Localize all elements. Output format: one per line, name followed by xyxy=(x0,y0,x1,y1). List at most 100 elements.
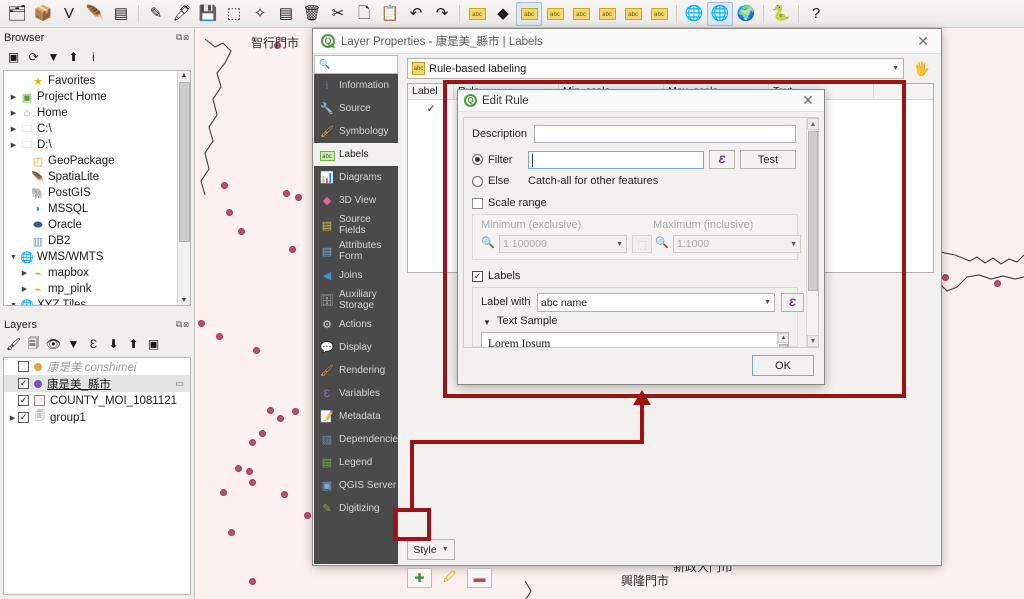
globe-icon[interactable]: 🌍 xyxy=(733,2,759,26)
add-database-layer-icon[interactable]: ▤ xyxy=(108,2,134,26)
tab-symbology[interactable]: 🖌 Symbology xyxy=(314,120,398,143)
layer-visibility-checkbox[interactable]: ✓ xyxy=(18,395,29,406)
undo-icon[interactable]: ↶ xyxy=(403,2,429,26)
tab-joins[interactable]: ◀ Joins xyxy=(314,264,398,287)
cut-features-icon[interactable]: ✂ xyxy=(325,2,351,26)
tab-dependencies[interactable]: ▨ Dependencies xyxy=(314,428,398,451)
change-label-icon[interactable]: abc xyxy=(646,2,672,26)
scroll-up-icon[interactable]: ▲ xyxy=(807,118,818,130)
add-group-icon[interactable]: 🗐 xyxy=(25,336,42,353)
layer-properties-tablist[interactable]: i Information 🔧 Source 🖌 Symbology abc Labels 📊 D… xyxy=(314,74,398,564)
redo-icon[interactable]: ↷ xyxy=(429,2,455,26)
collapse-all-icon[interactable]: ⬆ xyxy=(65,49,82,66)
layers-panel-buttons[interactable]: ⧉⊠ xyxy=(176,319,190,330)
edit-rule-titlebar[interactable]: Q Edit Rule ✕ xyxy=(458,90,824,112)
tab-3d-view[interactable]: ◆ 3D View xyxy=(314,189,398,212)
browser-item-d[interactable]: ▶ 🗀 D:\ xyxy=(4,137,176,153)
tab-metadata[interactable]: 📝 Metadata xyxy=(314,405,398,428)
browser-item-geopackage[interactable]: ◰ GeoPackage xyxy=(4,153,176,169)
browser-item-favorites[interactable]: ★ Favorites xyxy=(4,73,176,89)
scroll-up-icon[interactable]: ▲ xyxy=(181,72,188,79)
layer-item-1[interactable]: ✓ 康是美_縣市 ▭ xyxy=(4,375,190,392)
maximum-scale-combo[interactable]: 1:1000 ▼ xyxy=(673,235,801,253)
refresh-icon[interactable]: ⟳ xyxy=(25,49,42,66)
tab-legend[interactable]: ▤ Legend xyxy=(314,451,398,474)
qgis2web-icon[interactable]: 🌐 xyxy=(707,1,733,26)
filter-radio[interactable] xyxy=(472,154,483,165)
layer-properties-titlebar[interactable]: Q Layer Properties - 康是美_縣市 | Labels ✕ xyxy=(313,29,941,54)
edit-rule-scrollbar[interactable]: ▲ ▼ xyxy=(806,118,818,347)
layer-item-3[interactable]: ▶ ✓ 🗐 group1 xyxy=(4,409,190,426)
label-expression-button[interactable]: Ɛ xyxy=(781,293,804,312)
add-layer-icon[interactable]: ▣ xyxy=(5,49,22,66)
manage-map-themes-icon[interactable]: 👁 xyxy=(45,336,62,353)
filter-legend-by-expression-icon[interactable]: Ɛ xyxy=(85,336,102,353)
remove-rule-button[interactable]: ▬ xyxy=(467,568,492,588)
else-radio[interactable] xyxy=(472,175,483,187)
tab-variables[interactable]: Ɛ Variables xyxy=(314,382,398,405)
edit-rule-ok-button[interactable]: OK xyxy=(752,355,814,376)
chevron-right-icon[interactable]: ▶ xyxy=(7,414,18,422)
scroll-thumb[interactable] xyxy=(179,82,190,242)
chevron-right-icon[interactable]: ▶ xyxy=(19,285,30,293)
browser-item-wms-wmts[interactable]: ▼ 🌐 WMS/WMTS xyxy=(4,249,176,265)
rotate-label-icon[interactable]: abc xyxy=(620,2,646,26)
filter-input[interactable] xyxy=(528,150,704,169)
style-button[interactable]: Style ▼ xyxy=(407,539,455,560)
browser-item-mssql[interactable]: ◗ MSSQL xyxy=(4,201,176,217)
tab-actions[interactable]: ⚙ Actions xyxy=(314,313,398,336)
paste-features-icon[interactable]: 📋 xyxy=(377,2,403,26)
tab-attributes-form[interactable]: ▤ Attributes Form xyxy=(314,238,398,264)
chevron-down-icon[interactable]: ▼ xyxy=(8,302,19,306)
copy-features-icon[interactable]: 🗋 xyxy=(351,2,377,26)
label-with-combo[interactable]: abc name ▼ xyxy=(537,293,775,312)
close-icon[interactable]: ✕ xyxy=(798,92,818,109)
layers-tree[interactable]: 康是美 conshimei ✓ 康是美_縣市 ▭ ✓ COUNTY_MOI_1081121… xyxy=(3,357,191,595)
browser-item-mp-pink[interactable]: ▶ ⌁ mp_pink xyxy=(4,281,176,297)
tab-source[interactable]: 🔧 Source xyxy=(314,97,398,120)
browser-item-postgis[interactable]: 🐘 PostGIS xyxy=(4,185,176,201)
chevron-down-icon[interactable]: ▼ xyxy=(8,254,19,261)
scale-range-checkbox[interactable] xyxy=(472,197,483,209)
browser-item-db2[interactable]: ▥ DB2 xyxy=(4,233,176,249)
scroll-thumb[interactable] xyxy=(808,131,818,291)
tab-diagrams[interactable]: 📊 Diagrams xyxy=(314,166,398,189)
expression-builder-button[interactable]: Ɛ xyxy=(709,150,735,169)
filter-legend-icon[interactable]: ▼ xyxy=(65,336,82,353)
current-edits-icon[interactable]: ✎ xyxy=(143,2,169,26)
new-geopackage-icon[interactable]: 📦 xyxy=(30,2,56,26)
toggle-editing-icon[interactable]: 🖊 xyxy=(169,2,195,26)
settings-search-box[interactable]: 🔍 xyxy=(314,55,398,74)
add-rule-button[interactable]: ✚ xyxy=(407,568,432,588)
close-icon[interactable]: ✕ xyxy=(913,33,933,50)
tab-qgis-server[interactable]: ▣ QGIS Server xyxy=(314,474,398,497)
enable-properties-widget-icon[interactable]: i xyxy=(85,49,102,66)
open-layer-styling-panel-icon[interactable]: 🖌 xyxy=(5,336,22,353)
modify-attributes-icon[interactable]: ▤ xyxy=(273,2,299,26)
labeling-mode-combo[interactable]: abc Rule-based labeling ▼ xyxy=(407,58,904,79)
tab-rendering[interactable]: 🖌 Rendering xyxy=(314,359,398,382)
remove-layer-icon[interactable]: ▣ xyxy=(145,336,162,353)
show-hide-labels-icon[interactable]: abc xyxy=(568,2,594,26)
help-icon[interactable]: ? xyxy=(803,2,829,26)
metasearch-icon[interactable]: 🌐 xyxy=(681,2,707,26)
chevron-right-icon[interactable]: ▶ xyxy=(19,269,30,277)
style-manager-button[interactable]: 🖐 xyxy=(910,58,934,79)
browser-tree[interactable]: ★ Favorites ▶ ▣ Project Home ▶ ⌂ Home ▶ 🗀 C:\ ▶ 🗀 D:\… xyxy=(3,70,191,306)
set-min-scale-from-canvas-button[interactable]: ⬚ xyxy=(632,235,652,253)
labels-checkbox[interactable]: ✓ xyxy=(472,270,483,282)
tab-auxiliary-storage[interactable]: 🗄 Auxiliary Storage xyxy=(314,287,398,313)
tab-information[interactable]: i Information xyxy=(314,74,398,97)
filter-browser-icon[interactable]: ▼ xyxy=(45,49,62,66)
layer-visibility-checkbox[interactable] xyxy=(18,361,29,372)
tab-source-fields[interactable]: ▤ Source Fields xyxy=(314,212,398,238)
tab-display[interactable]: 💬 Display xyxy=(314,336,398,359)
edit-rule-button[interactable]: 🖉 xyxy=(437,568,462,588)
browser-item-oracle[interactable]: ⬬ Oracle xyxy=(4,217,176,233)
browser-item-mapbox[interactable]: ▶ ⌁ mapbox xyxy=(4,265,176,281)
layer-diagram-options-icon[interactable]: ◆ xyxy=(490,2,516,26)
tab-labels[interactable]: abc Labels xyxy=(314,143,398,166)
pin-labels-icon[interactable]: abc xyxy=(542,2,568,26)
python-console-icon[interactable]: 🐍 xyxy=(768,2,794,26)
add-vector-layer-icon[interactable]: V xyxy=(56,2,82,26)
